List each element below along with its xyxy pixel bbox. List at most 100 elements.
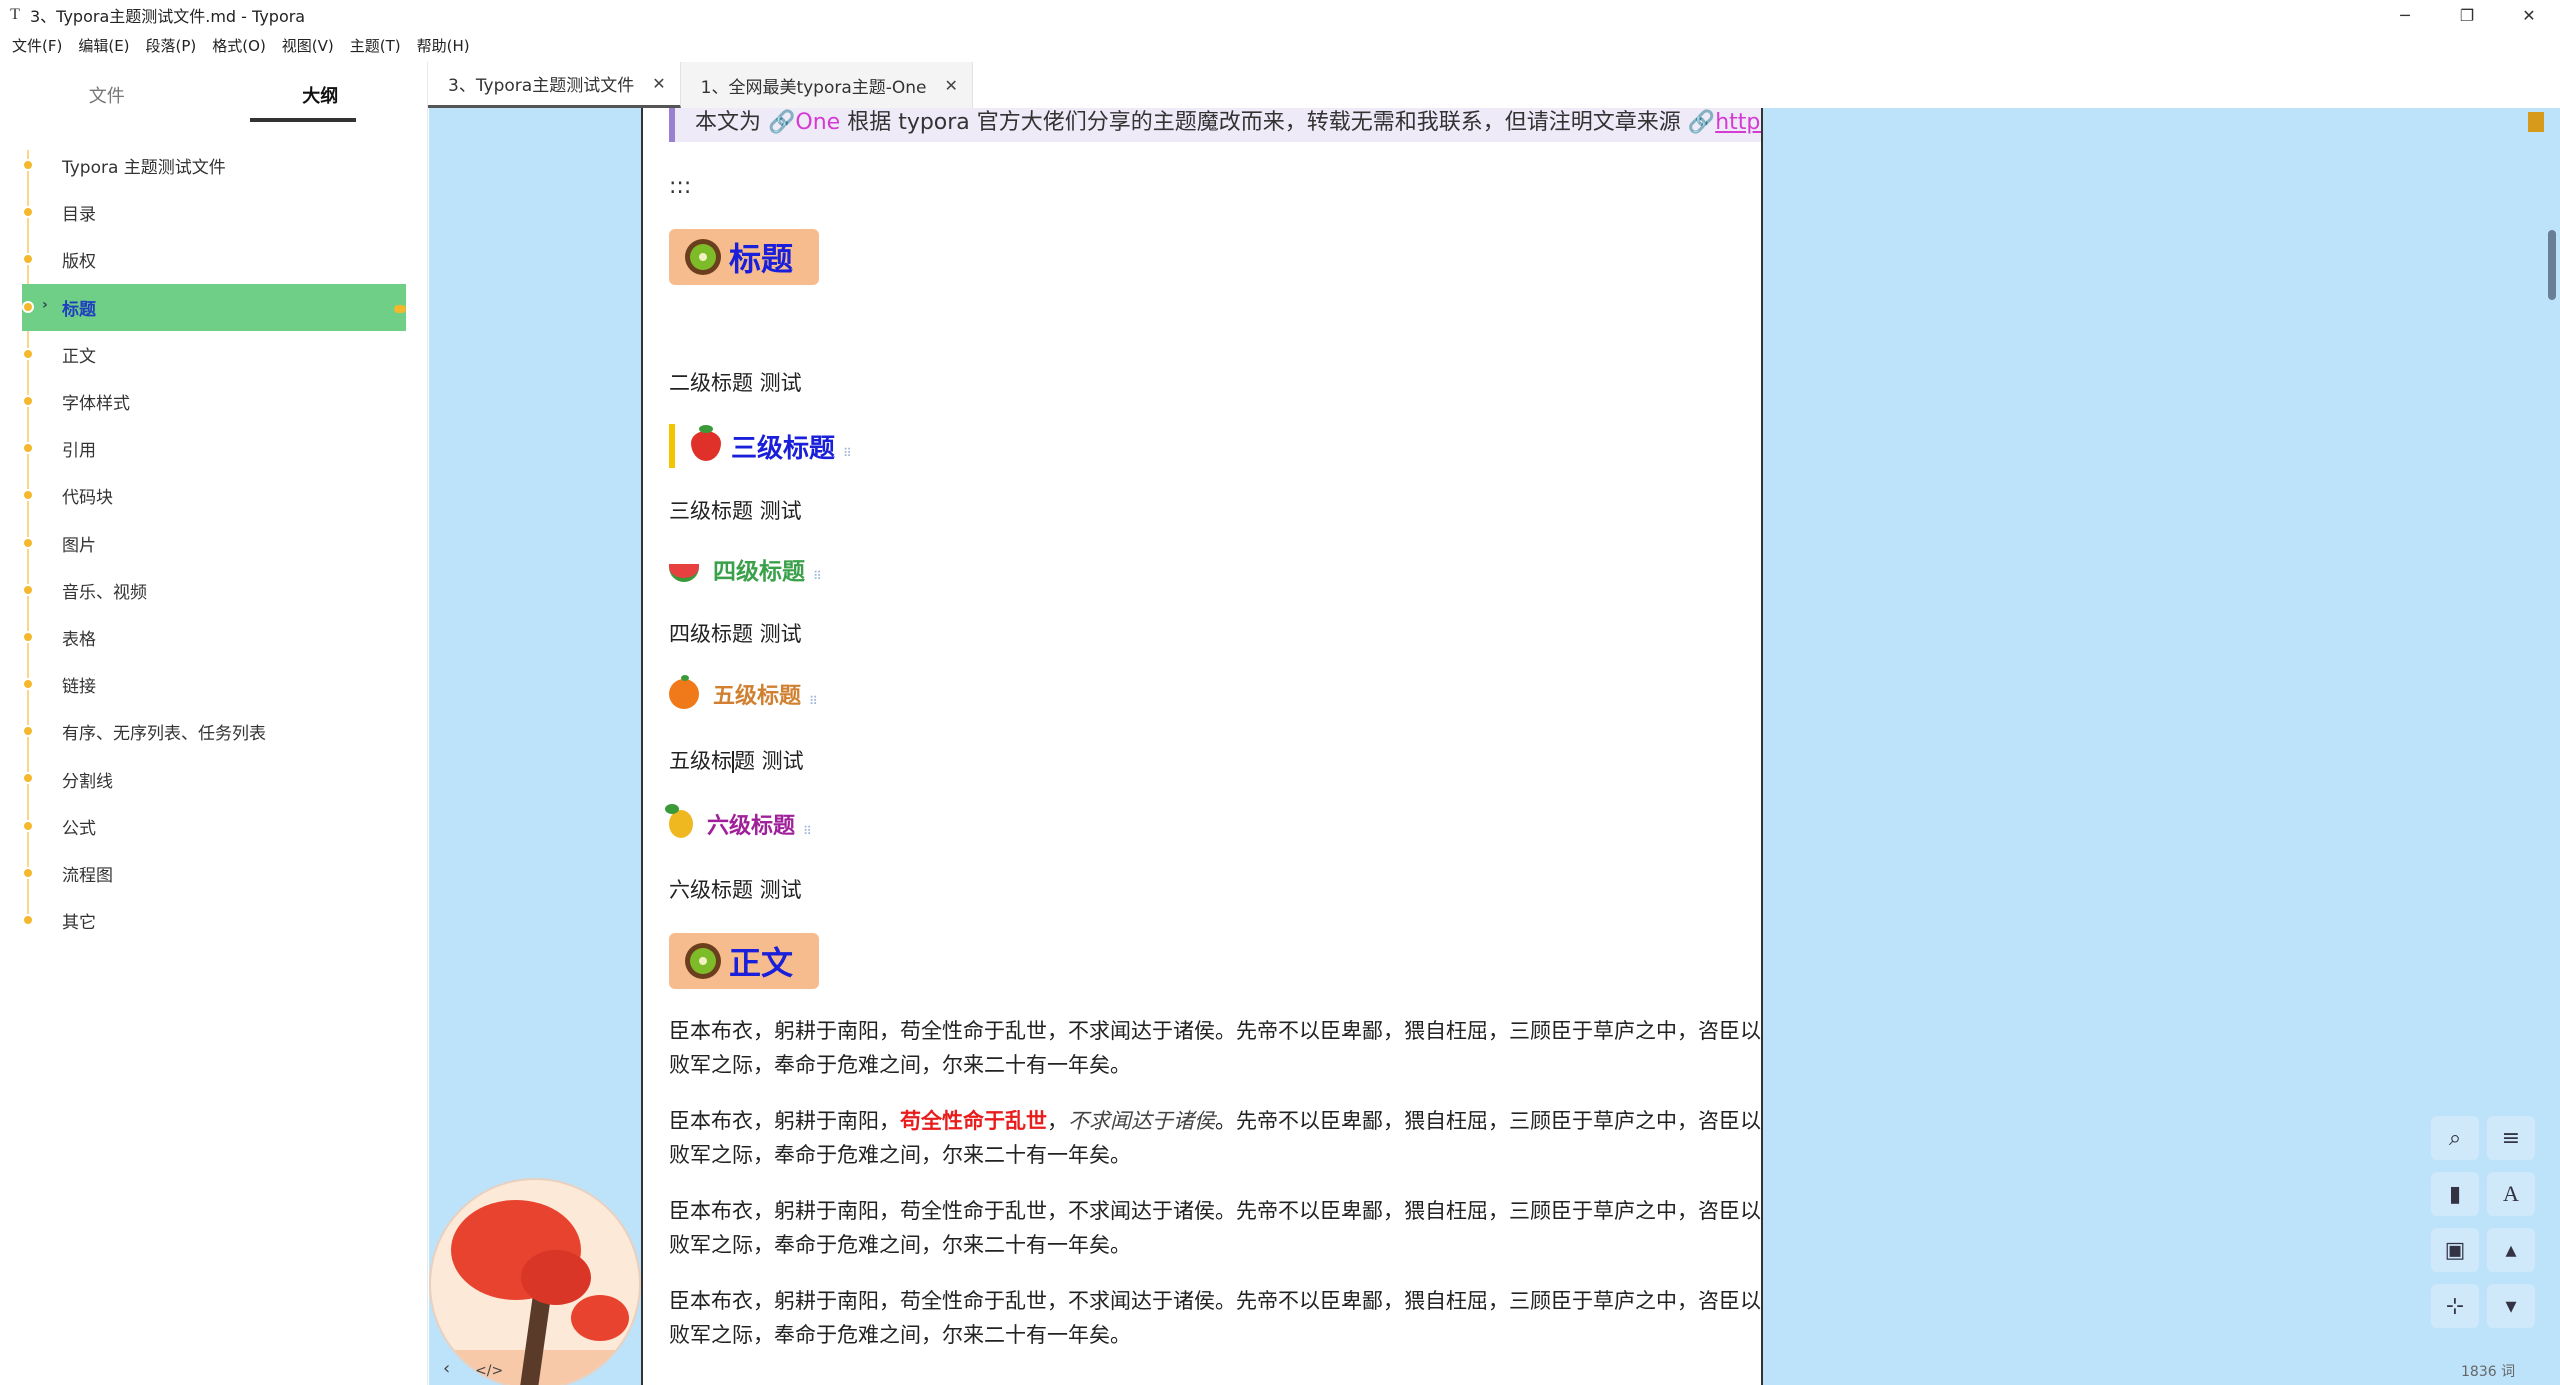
outline-item[interactable]: 公式 [0, 803, 428, 850]
menu-format[interactable]: 格式(O) [204, 35, 274, 56]
outline-item[interactable]: 版权 [0, 236, 428, 283]
kiwi-icon [685, 239, 721, 275]
tab-underline [250, 118, 356, 122]
heading-4-text: 四级标题 [713, 559, 805, 585]
quote-prefix: 本文为 [695, 110, 768, 135]
close-button[interactable]: ✕ [2498, 0, 2560, 30]
outline-list: Typora 主题测试文件 目录 版权 › 标题 正文 字体样式 引用 代码块 图… [0, 142, 428, 944]
outline-item[interactable]: 分割线 [0, 755, 428, 802]
font-icon[interactable]: A [2487, 1172, 2535, 1216]
orange-icon [669, 675, 699, 709]
document-page[interactable]: 本文为 🔗One 根据 typora 官方大佬们分享的主题魔改而来，转载无需和我… [641, 108, 1763, 1385]
drag-handle-icon[interactable]: ⠿ [813, 569, 822, 583]
minimize-button[interactable]: ─ [2374, 0, 2436, 30]
word-count: 1836 词 [2461, 1364, 2516, 1380]
image-icon[interactable]: ▣ [2431, 1228, 2479, 1272]
file-tab-bar: 3、Typora主题测试文件 ✕ 1、全网最美typora主题-One ✕ [428, 62, 2560, 108]
outline-dot-icon [22, 347, 34, 360]
avatar-crown [571, 1295, 629, 1341]
paragraph-text: 五级标 [669, 749, 732, 773]
file-tab-active[interactable]: 3、Typora主题测试文件 ✕ [428, 62, 681, 108]
menu-help[interactable]: 帮助(H) [409, 35, 478, 56]
source-mode-icon[interactable]: </> [475, 1363, 503, 1379]
paragraph[interactable]: 二级标题 测试 [669, 366, 1761, 400]
outline-item-label: 分割线 [62, 771, 113, 792]
outline-item[interactable]: Typora 主题测试文件 [0, 142, 428, 189]
menu-view[interactable]: 视图(V) [274, 35, 342, 56]
pineapple-icon [665, 804, 693, 838]
arrow-down-icon[interactable]: ▾ [2487, 1284, 2535, 1328]
outline-item[interactable]: 有序、无序列表、任务列表 [0, 708, 428, 755]
paragraph[interactable]: 三级标题 测试 [669, 494, 1761, 528]
file-tab[interactable]: 1、全网最美typora主题-One ✕ [680, 62, 973, 108]
paragraph-text: ， [1047, 1109, 1068, 1133]
strawberry-icon [691, 425, 721, 461]
link-one[interactable]: One [795, 110, 840, 135]
menu-theme[interactable]: 主题(T) [342, 35, 409, 56]
heading-3[interactable]: 三级标题 ⠿ [669, 424, 852, 468]
outline-item[interactable]: 表格 [0, 614, 428, 661]
sitemap-icon[interactable]: ⊹ [2431, 1284, 2479, 1328]
search-icon[interactable]: ⌕ [2431, 1116, 2479, 1160]
outline-item-label: 其它 [62, 913, 96, 934]
title-bar: T 3、Typora主题测试文件.md - Typora ─ ❐ ✕ [0, 0, 2560, 30]
toggle-sidebar-icon[interactable]: ‹ [443, 1358, 450, 1379]
paragraph[interactable]: 六级标题 测试 [669, 873, 1761, 907]
menu-file[interactable]: 文件(F) [4, 35, 70, 56]
outline-dot-icon [22, 394, 34, 407]
menu-paragraph[interactable]: 段落(P) [138, 35, 205, 56]
outline-item[interactable]: 流程图 [0, 850, 428, 897]
link-icon: 🔗 [768, 110, 796, 135]
arrow-up-icon[interactable]: ▴ [2487, 1228, 2535, 1272]
tab-files[interactable]: 文件 [0, 62, 214, 128]
outline-item[interactable]: 音乐、视频 [0, 567, 428, 614]
outline-item-active[interactable]: › 标题 [22, 283, 406, 331]
paragraph[interactable]: 臣本布衣，躬耕于南阳，苟全性命于乱世，不求闻达于诸侯。先帝不以臣卑鄙，猥自枉屈，… [669, 1194, 1761, 1262]
outline-item-label: 表格 [62, 629, 96, 650]
outline-dot-icon [22, 583, 34, 596]
chevron-right-icon[interactable]: › [42, 297, 48, 313]
outline-item[interactable]: 字体样式 [0, 378, 428, 425]
paragraph-styled[interactable]: 臣本布衣，躬耕于南阳，苟全性命于乱世，不求闻达于诸侯。先帝不以臣卑鄙，猥自枉屈，… [669, 1104, 1761, 1172]
outline-item-label: Typora 主题测试文件 [62, 158, 226, 179]
drag-handle-icon[interactable]: ⠿ [803, 824, 812, 838]
outline-item[interactable]: 代码块 [0, 472, 428, 519]
close-tab-icon[interactable]: ✕ [945, 76, 958, 95]
outline-item-label: 引用 [62, 441, 96, 462]
heading-5[interactable]: 五级标题 ⠿ [669, 675, 818, 710]
heading-2[interactable]: 正文 [669, 933, 819, 989]
outline-dot-icon [22, 819, 34, 832]
paragraph[interactable]: 臣本布衣，躬耕于南阳，苟全性命于乱世，不求闻达于诸侯。先帝不以臣卑鄙，猥自枉屈，… [669, 1014, 1761, 1082]
drag-handle-icon[interactable]: ⠿ [809, 694, 818, 708]
outline-item[interactable]: 正文 [0, 331, 428, 378]
tree-avatar-image [429, 1178, 641, 1385]
drag-handle-icon[interactable]: ⠿ [843, 446, 852, 460]
heading-2[interactable]: 标题 [669, 229, 819, 285]
outline-item[interactable]: 目录 [0, 189, 428, 236]
heading-6-text: 六级标题 [707, 814, 796, 839]
link-url[interactable]: https://onedayxyy.cn/ [1715, 110, 1761, 135]
bookmark-icon[interactable]: ▮ [2431, 1172, 2479, 1216]
sidebar-tabs: 文件 大纲 [0, 62, 427, 128]
outline-dot-icon [22, 914, 34, 926]
menu-edit[interactable]: 编辑(E) [70, 35, 137, 56]
window-title: 3、Typora主题测试文件.md - Typora [30, 7, 306, 26]
restore-button[interactable]: ❐ [2436, 0, 2498, 30]
outline-item[interactable]: 链接 [0, 661, 428, 708]
outline-item[interactable]: 其它 [0, 897, 428, 944]
list-icon[interactable]: ≡ [2487, 1116, 2535, 1160]
watermelon-icon [669, 564, 699, 582]
app-icon: T [10, 6, 20, 23]
heading-6[interactable]: 六级标题 ⠿ [665, 804, 812, 840]
scrollbar-thumb[interactable] [2548, 230, 2556, 300]
outline-item[interactable]: 图片 [0, 520, 428, 567]
paragraph[interactable]: 五级标题 测试 [669, 744, 1761, 778]
paragraph[interactable]: 四级标题 测试 [669, 617, 1761, 651]
close-tab-icon[interactable]: ✕ [652, 74, 665, 93]
outline-item-label: 代码块 [62, 488, 113, 509]
heading-4[interactable]: 四级标题 ⠿ [669, 552, 822, 586]
paragraph[interactable]: 臣本布衣，躬耕于南阳，苟全性命于乱世，不求闻达于诸侯。先帝不以臣卑鄙，猥自枉屈，… [669, 1284, 1761, 1352]
kiwi-icon [685, 943, 721, 979]
outline-item[interactable]: 引用 [0, 425, 428, 472]
window-controls: ─ ❐ ✕ [2374, 0, 2560, 30]
